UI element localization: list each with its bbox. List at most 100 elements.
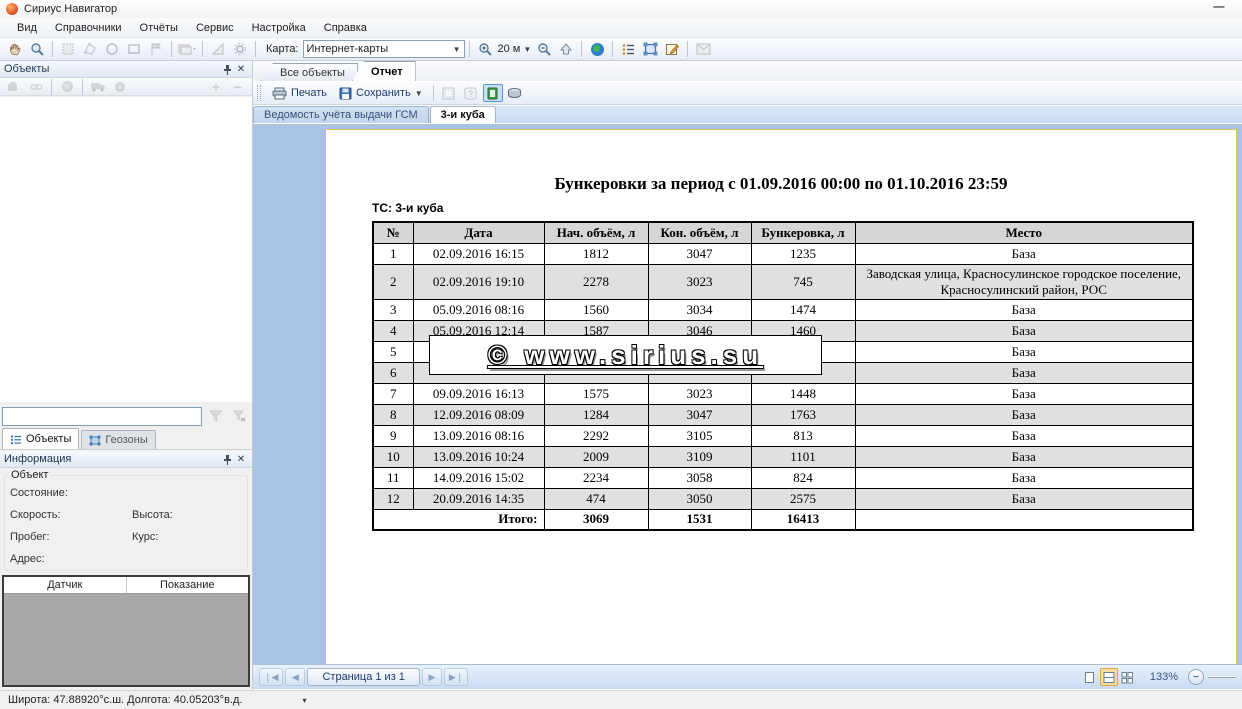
globe-small-icon[interactable] xyxy=(57,78,77,96)
tab-gsm-report[interactable]: Ведомость учёта выдачи ГСМ xyxy=(253,106,429,123)
tab-geozones[interactable]: Геозоны xyxy=(81,430,155,449)
menu-item-0[interactable]: Вид xyxy=(8,20,46,36)
report-cell: 3023 xyxy=(648,264,751,299)
first-page-button[interactable]: ❘◀ xyxy=(259,668,283,686)
zoom-out-icon[interactable] xyxy=(534,40,554,58)
pin-icon[interactable] xyxy=(220,63,234,76)
expand-all-icon[interactable]: + xyxy=(206,78,226,96)
report-cell: 474 xyxy=(544,488,648,509)
layers-icon[interactable] xyxy=(177,40,197,58)
truck-icon[interactable] xyxy=(88,78,108,96)
selection-frame-icon[interactable] xyxy=(640,40,660,58)
report-cell: 813 xyxy=(751,425,855,446)
flag-tool-icon[interactable] xyxy=(146,40,166,58)
collapse-all-icon[interactable]: − xyxy=(228,78,248,96)
report-cell: 12 xyxy=(373,488,413,509)
rectangle-tool-icon[interactable] xyxy=(124,40,144,58)
report-viewer: Бункеровки за период с 01.09.2016 00:00 … xyxy=(253,124,1242,664)
export-icon[interactable] xyxy=(505,84,525,102)
single-page-view-icon[interactable] xyxy=(1081,668,1099,686)
sensors-col-sensor[interactable]: Датчик xyxy=(4,577,127,593)
report-cell: База xyxy=(855,341,1193,362)
filter-icon[interactable] xyxy=(205,407,225,425)
report-cell: 3023 xyxy=(648,383,751,404)
search-input[interactable] xyxy=(2,407,202,426)
page-indicator-label: Страница 1 из 1 xyxy=(312,671,414,683)
report-cell: 20.09.2016 14:35 xyxy=(413,488,544,509)
menu-item-5[interactable]: Справка xyxy=(315,20,376,36)
report-cell: 1763 xyxy=(751,404,855,425)
globe-icon[interactable] xyxy=(587,40,607,58)
report-cell: 3109 xyxy=(648,446,751,467)
report-cell: 7 xyxy=(373,383,413,404)
help-icon[interactable]: ? xyxy=(461,84,481,102)
circle-tool-icon[interactable] xyxy=(102,40,122,58)
menu-item-1[interactable]: Справочники xyxy=(46,20,131,36)
map-combobox[interactable]: Интернет-карты ▼ xyxy=(303,40,465,58)
edit-polygon-icon[interactable] xyxy=(80,40,100,58)
zoom-slider[interactable] xyxy=(1208,676,1236,678)
preview-book-icon[interactable] xyxy=(483,84,503,102)
scale-dropdown[interactable]: 20 м ▼ xyxy=(498,43,532,55)
close-icon[interactable]: ✕ xyxy=(234,453,248,466)
chevron-down-icon: ▼ xyxy=(453,45,461,54)
prev-page-button[interactable]: ◀ xyxy=(285,668,305,686)
tab-report-label: Отчет xyxy=(371,66,403,78)
settings-gear-icon[interactable] xyxy=(230,40,250,58)
list-icon xyxy=(10,434,22,445)
page-setup-icon[interactable] xyxy=(439,84,459,102)
menu-item-2[interactable]: Отчёты xyxy=(131,20,187,36)
tab-3i-kuba-label: 3-и куба xyxy=(441,109,485,121)
last-page-button[interactable]: ▶❘ xyxy=(444,668,468,686)
clear-filter-icon[interactable] xyxy=(229,407,249,425)
report-cell: 3105 xyxy=(648,425,751,446)
tab-objects[interactable]: Объекты xyxy=(2,428,79,449)
mail-icon[interactable] xyxy=(693,40,713,58)
geo-point-icon[interactable] xyxy=(110,78,130,96)
object-group-label: Объект xyxy=(8,469,51,481)
menu-item-3[interactable]: Сервис xyxy=(187,20,243,36)
report-cell: 2292 xyxy=(544,425,648,446)
report-table-row: 709.09.2016 16:13157530231448База xyxy=(373,383,1193,404)
tab-all-objects[interactable]: Все объекты xyxy=(261,63,358,81)
minimize-button[interactable]: — xyxy=(1210,1,1228,15)
sensors-col-value[interactable]: Показание xyxy=(127,577,249,593)
zoom-out-button[interactable]: − xyxy=(1188,669,1204,685)
report-table: №ДатаНач. объём, лКон. объём, лБункеровк… xyxy=(372,221,1194,531)
report-cell: 1474 xyxy=(751,299,855,320)
tab-report[interactable]: Отчет xyxy=(352,61,416,81)
multi-page-view-icon[interactable] xyxy=(1119,668,1137,686)
chevron-down-icon: ▼ xyxy=(523,45,531,54)
measure-icon[interactable] xyxy=(208,40,228,58)
objects-list[interactable] xyxy=(0,97,252,402)
report-cell: 09.09.2016 16:13 xyxy=(413,383,544,404)
report-cell: База xyxy=(855,320,1193,341)
report-subtitle: ТС: 3-и куба xyxy=(372,201,443,215)
menu-item-4[interactable]: Настройка xyxy=(243,20,315,36)
zoom-select-icon[interactable] xyxy=(27,40,47,58)
link-icon[interactable] xyxy=(26,78,46,96)
tab-3i-kuba[interactable]: 3-и куба xyxy=(430,106,496,123)
close-icon[interactable]: ✕ xyxy=(234,63,248,76)
chevron-down-icon[interactable]: ▾ xyxy=(302,696,306,705)
report-cell: 5 xyxy=(373,341,413,362)
pan-hand-icon[interactable] xyxy=(5,40,25,58)
home-view-icon[interactable] xyxy=(556,40,576,58)
zoom-in-icon[interactable] xyxy=(475,40,495,58)
pin-icon[interactable] xyxy=(220,453,234,466)
add-group-icon[interactable] xyxy=(4,78,24,96)
report-cell: 02.09.2016 19:10 xyxy=(413,264,544,299)
status-bar: Широта: 47.88920°с.ш. Долгота: 40.05203°… xyxy=(0,690,1242,709)
save-button[interactable]: Сохранить ▼ xyxy=(333,85,429,102)
select-area-icon[interactable] xyxy=(58,40,78,58)
next-page-button[interactable]: ▶ xyxy=(422,668,442,686)
report-table-row: 305.09.2016 08:16156030341474База xyxy=(373,299,1193,320)
report-cell: 8 xyxy=(373,404,413,425)
report-cell: 10 xyxy=(373,446,413,467)
print-button[interactable]: Печать xyxy=(266,85,333,102)
edit-note-icon[interactable] xyxy=(662,40,682,58)
report-cell: 3 xyxy=(373,299,413,320)
report-cell: 11 xyxy=(373,467,413,488)
fit-width-view-icon[interactable] xyxy=(1100,668,1118,686)
legend-list-icon[interactable] xyxy=(618,40,638,58)
